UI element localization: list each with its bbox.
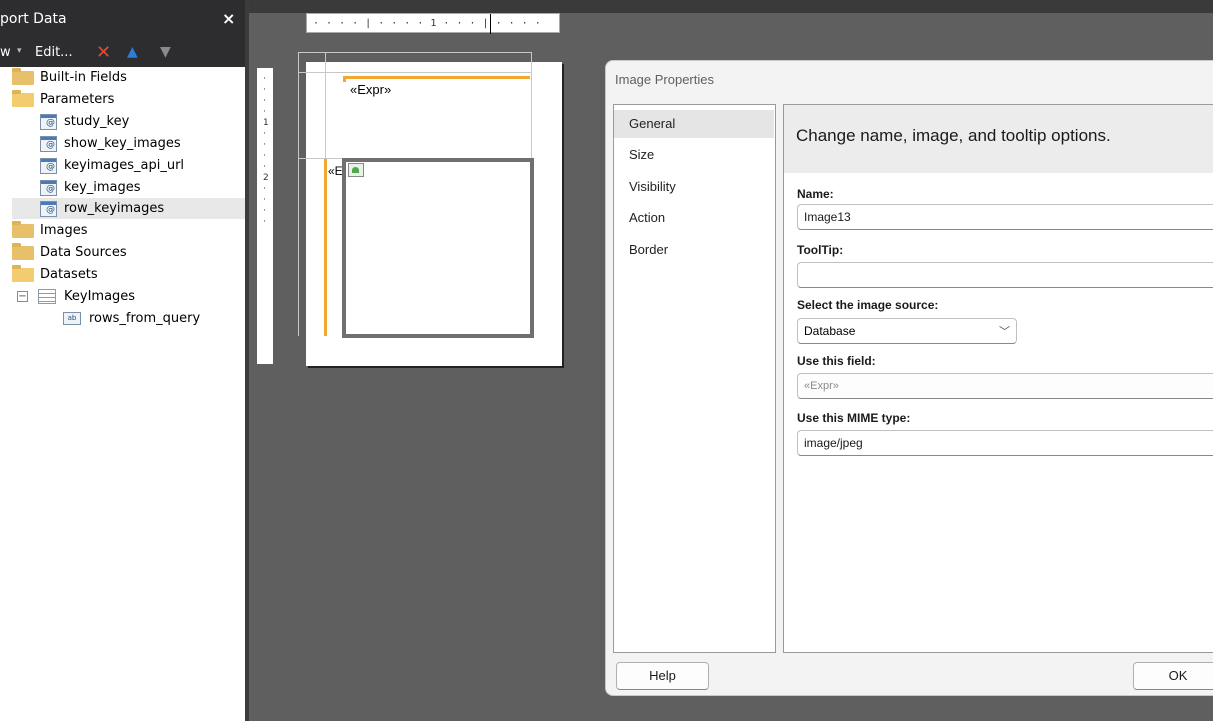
mime-type-field[interactable]: image/jpeg [797, 430, 1213, 456]
ok-button[interactable]: OK [1133, 662, 1213, 690]
ruler-cursor-marker [490, 14, 491, 34]
tree-item-param-show-key-images[interactable]: show_key_images [0, 133, 245, 154]
vertical-ruler: · · · · 1 · · · · 2 · · · · [257, 68, 273, 364]
close-icon[interactable]: × [222, 9, 235, 28]
nav-item-size[interactable]: Size [614, 141, 774, 169]
row-expression-text: «E [328, 164, 343, 178]
tree-item-dataset-keyimages[interactable]: − KeyImages [0, 286, 245, 307]
parameter-icon [40, 201, 57, 217]
folder-icon [12, 221, 34, 238]
tree-item-images[interactable]: Images [0, 220, 245, 241]
tree-item-label: KeyImages [64, 289, 136, 304]
use-field-label: Use this field: [797, 354, 876, 368]
chevron-down-icon[interactable]: ﹀ [999, 323, 1010, 339]
tree-item-param-keyimages-api-url[interactable]: keyimages_api_url [0, 155, 245, 176]
tree-item-data-sources[interactable]: Data Sources [0, 242, 245, 263]
ruler-ticks: · · · · | · · · · 1 · · · | · · · · [313, 18, 542, 29]
image-source-label: Select the image source: [797, 298, 939, 312]
parameter-icon [40, 114, 57, 130]
report-data-panel: port Data × w ▾ Edit... ✕ ▲ ▼ Built-in F… [0, 0, 245, 721]
move-up-icon[interactable]: ▲ [127, 44, 138, 60]
nav-item-visibility[interactable]: Visibility [614, 173, 774, 201]
image-source-select[interactable]: Database [797, 318, 1017, 344]
content-heading: Change name, image, and tooltip options. [796, 126, 1111, 145]
ruler-ticks-vertical: · · · · 1 · · · · 2 · · · · [263, 74, 269, 227]
open-folder-icon [12, 90, 34, 107]
mime-type-label: Use this MIME type: [797, 411, 911, 425]
field-icon: ab [63, 312, 81, 325]
dialog-title: Image Properties [615, 72, 714, 87]
nav-item-border[interactable]: Border [614, 236, 774, 264]
panel-toolbar: w ▾ Edit... ✕ ▲ ▼ [0, 39, 245, 67]
tree-item-label: Datasets [40, 267, 98, 282]
new-dropdown-caret-icon[interactable]: ▾ [17, 46, 22, 56]
help-button[interactable]: Help [616, 662, 709, 690]
dataset-icon [38, 289, 56, 304]
tooltip-label: ToolTip: [797, 243, 844, 257]
tree-item-label: row_keyimages [64, 201, 165, 216]
tree-item-label: show_key_images [64, 136, 181, 151]
row-selection-handle[interactable] [324, 159, 327, 336]
header-expression-text: «Expr» [350, 82, 392, 97]
new-button[interactable]: w [0, 45, 11, 60]
tree-item-label: rows_from_query [89, 311, 201, 326]
tree-item-label: Built-in Fields [40, 70, 127, 85]
image-report-item[interactable] [342, 158, 534, 338]
horizontal-ruler: · · · · | · · · · 1 · · · | · · · · [306, 13, 560, 34]
tree-item-datasets[interactable]: Datasets [0, 264, 245, 285]
panel-title: port Data [0, 11, 67, 27]
parameter-icon [40, 136, 57, 152]
tree-item-label: Parameters [40, 92, 115, 107]
name-label: Name: [797, 187, 834, 201]
use-field-input[interactable]: «Expr» [797, 373, 1213, 399]
tree-item-label: Data Sources [40, 245, 127, 260]
tree-item-label: Images [40, 223, 88, 238]
nav-item-action[interactable]: Action [614, 204, 774, 232]
designer-top-strip [245, 0, 1213, 13]
tree-item-label: study_key [64, 114, 130, 129]
tree-item-param-key-images[interactable]: key_images [0, 177, 245, 198]
folder-icon [12, 243, 34, 260]
parameter-icon [40, 180, 57, 196]
panel-title-bar: port Data × [0, 0, 245, 39]
tooltip-field[interactable] [797, 262, 1213, 288]
name-field[interactable]: Image13 [797, 204, 1213, 230]
tree-item-label: key_images [64, 180, 141, 195]
tree-item-label: keyimages_api_url [64, 158, 185, 173]
delete-icon[interactable]: ✕ [96, 42, 111, 63]
image-placeholder-icon [348, 163, 364, 177]
tree-item-param-row-keyimages[interactable]: row_keyimages [12, 198, 245, 219]
tree-item-parameters[interactable]: Parameters [0, 89, 245, 110]
open-folder-icon [12, 265, 34, 282]
edit-button[interactable]: Edit... [35, 45, 73, 60]
tree-item-field-rows-from-query[interactable]: ab rows_from_query [0, 308, 245, 329]
tree-item-param-study-key[interactable]: study_key [0, 111, 245, 132]
tree-item-built-in-fields[interactable]: Built-in Fields [0, 67, 245, 88]
collapse-toggle-icon[interactable]: − [17, 291, 28, 302]
nav-item-general[interactable]: General [614, 110, 774, 138]
move-down-icon[interactable]: ▼ [160, 44, 171, 60]
parameter-icon [40, 158, 57, 174]
folder-icon [12, 68, 34, 85]
panel-splitter[interactable] [245, 0, 249, 721]
